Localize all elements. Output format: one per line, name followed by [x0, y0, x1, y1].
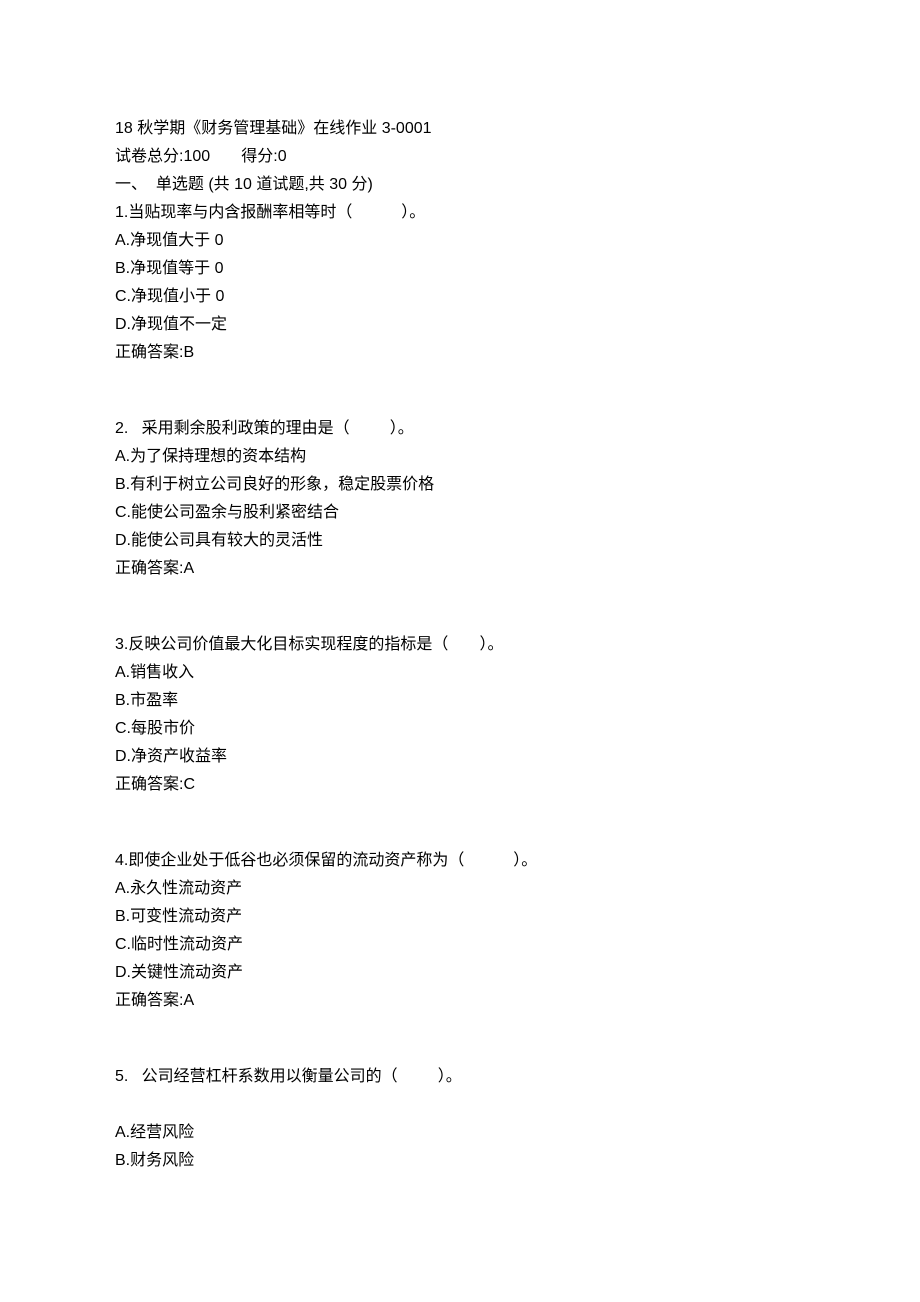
question-option: A.永久性流动资产: [115, 875, 805, 903]
question-option: B.财务风险: [115, 1147, 805, 1175]
question-option: A.经营风险: [115, 1119, 805, 1147]
correct-answer: 正确答案:B: [115, 339, 805, 367]
question-block: 4.即使企业处于低谷也必须保留的流动资产称为（ ）。 A.永久性流动资产 B.可…: [115, 847, 805, 1015]
question-option: B.净现值等于 0: [115, 255, 805, 283]
blank-line: [115, 1091, 805, 1119]
question-option: A.销售收入: [115, 659, 805, 687]
question-option: C.净现值小于 0: [115, 283, 805, 311]
question-block: 3.反映公司价值最大化目标实现程度的指标是（ ）。 A.销售收入 B.市盈率 C…: [115, 631, 805, 799]
assignment-title: 18 秋学期《财务管理基础》在线作业 3-0001: [115, 115, 805, 143]
question-option: D.能使公司具有较大的灵活性: [115, 527, 805, 555]
question-block: 5. 公司经营杠杆系数用以衡量公司的（ ）。 A.经营风险 B.财务风险: [115, 1063, 805, 1175]
score-line: 试卷总分:100 得分:0: [115, 143, 805, 171]
question-stem: 3.反映公司价值最大化目标实现程度的指标是（ ）。: [115, 631, 805, 659]
question-option: A.为了保持理想的资本结构: [115, 443, 805, 471]
question-stem: 5. 公司经营杠杆系数用以衡量公司的（ ）。: [115, 1063, 805, 1091]
header-block: 18 秋学期《财务管理基础》在线作业 3-0001 试卷总分:100 得分:0 …: [115, 115, 805, 367]
question-stem: 2. 采用剩余股利政策的理由是（ ）。: [115, 415, 805, 443]
question-option: C.每股市价: [115, 715, 805, 743]
question-option: B.市盈率: [115, 687, 805, 715]
document-page: 18 秋学期《财务管理基础》在线作业 3-0001 试卷总分:100 得分:0 …: [0, 0, 920, 1302]
question-option: B.有利于树立公司良好的形象，稳定股票价格: [115, 471, 805, 499]
question-option: D.净资产收益率: [115, 743, 805, 771]
question-option: C.能使公司盈余与股利紧密结合: [115, 499, 805, 527]
correct-answer: 正确答案:C: [115, 771, 805, 799]
question-stem: 4.即使企业处于低谷也必须保留的流动资产称为（ ）。: [115, 847, 805, 875]
question-option: D.关键性流动资产: [115, 959, 805, 987]
correct-answer: 正确答案:A: [115, 555, 805, 583]
question-stem: 1.当贴现率与内含报酬率相等时（ ）。: [115, 199, 805, 227]
question-option: C.临时性流动资产: [115, 931, 805, 959]
question-option: D.净现值不一定: [115, 311, 805, 339]
question-option: A.净现值大于 0: [115, 227, 805, 255]
section-heading: 一、 单选题 (共 10 道试题,共 30 分): [115, 171, 805, 199]
question-option: B.可变性流动资产: [115, 903, 805, 931]
question-block: 2. 采用剩余股利政策的理由是（ ）。 A.为了保持理想的资本结构 B.有利于树…: [115, 415, 805, 583]
correct-answer: 正确答案:A: [115, 987, 805, 1015]
